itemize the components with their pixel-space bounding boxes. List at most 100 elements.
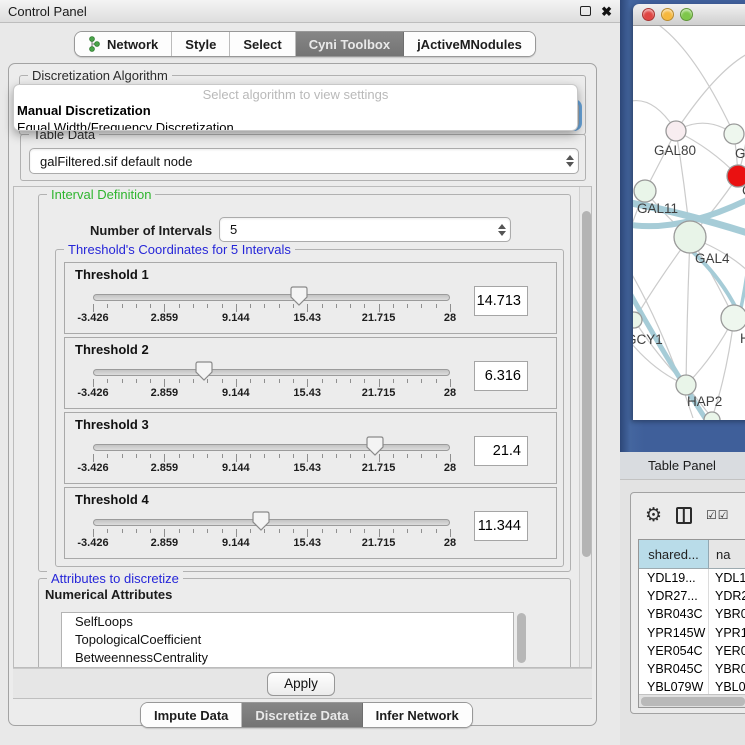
settings-scrollbar-track[interactable]: [579, 187, 591, 667]
node-hap2[interactable]: [676, 375, 696, 395]
table-hscrollbar[interactable]: [639, 694, 745, 707]
tick-mark: [150, 454, 151, 458]
node-right-mid[interactable]: [721, 305, 745, 331]
thresholds-group-title: Threshold's Coordinates for 5 Intervals: [64, 242, 295, 257]
tick-mark: [222, 379, 223, 383]
tick-mark: [336, 454, 337, 458]
node-label-gcy1: GCY1: [633, 332, 663, 347]
tick-mark: [236, 529, 237, 537]
tick-mark: [393, 529, 394, 533]
settings-scrollbar-thumb[interactable]: [582, 211, 591, 557]
tick-mark: [393, 454, 394, 458]
tab-network[interactable]: Network: [75, 32, 172, 56]
combo-stepper-icon: [494, 224, 510, 236]
table-row[interactable]: YDR27...YDR2: [639, 587, 745, 605]
tab-infer-network[interactable]: Infer Network: [363, 703, 472, 727]
tick-label: 28: [444, 462, 456, 474]
tick-mark: [250, 454, 251, 458]
slider-track[interactable]: [93, 369, 450, 376]
tab-style[interactable]: Style: [172, 32, 230, 56]
threshold-value-field[interactable]: 11.344: [474, 511, 528, 541]
table-panel-body: ⚙ ☑☑ shared...na YDL19...YDL1YDR27...YDR…: [620, 480, 745, 745]
checkboxes-icon[interactable]: ☑☑: [706, 508, 730, 522]
tick-mark: [407, 379, 408, 383]
tick-mark: [179, 454, 180, 458]
float-window-icon[interactable]: [580, 6, 591, 16]
gear-icon[interactable]: ⚙: [645, 506, 662, 525]
table-row[interactable]: YBR045CYBR0: [639, 660, 745, 678]
column-header-na[interactable]: na: [709, 540, 745, 568]
slider-track[interactable]: [93, 294, 450, 301]
attributes-list-scrollbar[interactable]: [517, 613, 526, 663]
tab-label: Cyni Toolbox: [309, 37, 390, 52]
node-bottom-partial[interactable]: [704, 412, 720, 420]
tick-label: 15.43: [293, 387, 321, 399]
tab-discretize-data[interactable]: Discretize Data: [242, 703, 362, 727]
tab-impute-data[interactable]: Impute Data: [141, 703, 242, 727]
tick-label: 28: [444, 537, 456, 549]
node-gal4[interactable]: [674, 221, 706, 253]
slider-handle[interactable]: [290, 286, 308, 306]
tick-mark: [293, 529, 294, 533]
tab-select[interactable]: Select: [230, 32, 295, 56]
node-gal11[interactable]: [634, 180, 656, 202]
tick-mark: [279, 454, 280, 458]
threshold-row-4: Threshold 4-3.4262.8599.14415.4321.71528…: [64, 487, 557, 559]
tick-mark: [450, 529, 451, 537]
number-of-intervals-combo[interactable]: 5: [219, 217, 511, 242]
zoom-traffic-light[interactable]: [680, 8, 693, 21]
tick-mark: [222, 304, 223, 308]
tick-mark: [193, 304, 194, 308]
cell-name: YBR0: [709, 605, 745, 623]
cell-name: YDR2: [709, 587, 745, 605]
slider-handle[interactable]: [195, 361, 213, 381]
apply-button[interactable]: Apply: [267, 672, 335, 696]
close-icon[interactable]: ✖: [601, 5, 612, 18]
algorithm-option-equal-width-frequency-discretization[interactable]: Equal Width/Frequency Discretization: [14, 119, 577, 131]
algorithm-option-manual-discretization[interactable]: Manual Discretization: [14, 102, 577, 119]
tick-mark: [407, 529, 408, 533]
split-columns-icon[interactable]: [676, 507, 692, 524]
tick-mark: [136, 304, 137, 308]
node-top-right[interactable]: [724, 124, 744, 144]
tick-label: 2.859: [151, 312, 179, 324]
tick-mark: [107, 304, 108, 308]
threshold-value-field[interactable]: 6.316: [474, 361, 528, 391]
tab-label: Impute Data: [154, 708, 228, 723]
tab-label: Style: [185, 37, 216, 52]
table-panel-titlebar: Table Panel: [620, 452, 745, 480]
node-label-h: H: [740, 331, 745, 346]
attribute-item-topologicalcoefficient[interactable]: TopologicalCoefficient: [62, 631, 513, 649]
table-row[interactable]: YPR145WYPR1: [639, 624, 745, 642]
attribute-item-selfloops[interactable]: SelfLoops: [62, 613, 513, 631]
numerical-attributes-list[interactable]: SelfLoopsTopologicalCoefficientBetweenne…: [61, 612, 514, 668]
tick-mark: [350, 529, 351, 533]
table-row[interactable]: YER054CYER0: [639, 642, 745, 660]
table-data-combo[interactable]: galFiltered.sif default node: [29, 148, 579, 174]
tick-mark: [122, 529, 123, 533]
node-gal80[interactable]: [666, 121, 686, 141]
tick-label: -3.426: [77, 537, 108, 549]
threshold-value-field[interactable]: 14.713: [474, 286, 528, 316]
attribute-item-betweennesscentrality[interactable]: BetweennessCentrality: [62, 649, 513, 667]
tick-mark: [179, 529, 180, 533]
close-traffic-light[interactable]: [642, 8, 655, 21]
tab-jactivemnodules[interactable]: jActiveMNodules: [404, 32, 535, 56]
slider-track[interactable]: [93, 519, 450, 526]
slider-handle[interactable]: [366, 436, 384, 456]
slider-track[interactable]: [93, 444, 450, 451]
slider-handle[interactable]: [252, 511, 270, 531]
tick-mark: [379, 529, 380, 537]
cell-name: YER0: [709, 642, 745, 660]
table-row[interactable]: YDL19...YDL1: [639, 569, 745, 587]
column-header-shared-[interactable]: shared...: [639, 540, 709, 568]
table-hscrollbar-thumb[interactable]: [641, 697, 745, 706]
table-row[interactable]: YBR043CYBR0: [639, 605, 745, 623]
minimize-traffic-light[interactable]: [661, 8, 674, 21]
network-canvas[interactable]: GAL80GACGAL11GAL4GCY1HHAP2: [633, 26, 745, 420]
threshold-value-field[interactable]: 21.4: [474, 436, 528, 466]
tick-mark: [307, 454, 308, 462]
tick-mark: [293, 379, 294, 383]
tab-cyni-toolbox[interactable]: Cyni Toolbox: [296, 32, 404, 56]
discretization-algorithm-title: Discretization Algorithm: [28, 68, 172, 83]
